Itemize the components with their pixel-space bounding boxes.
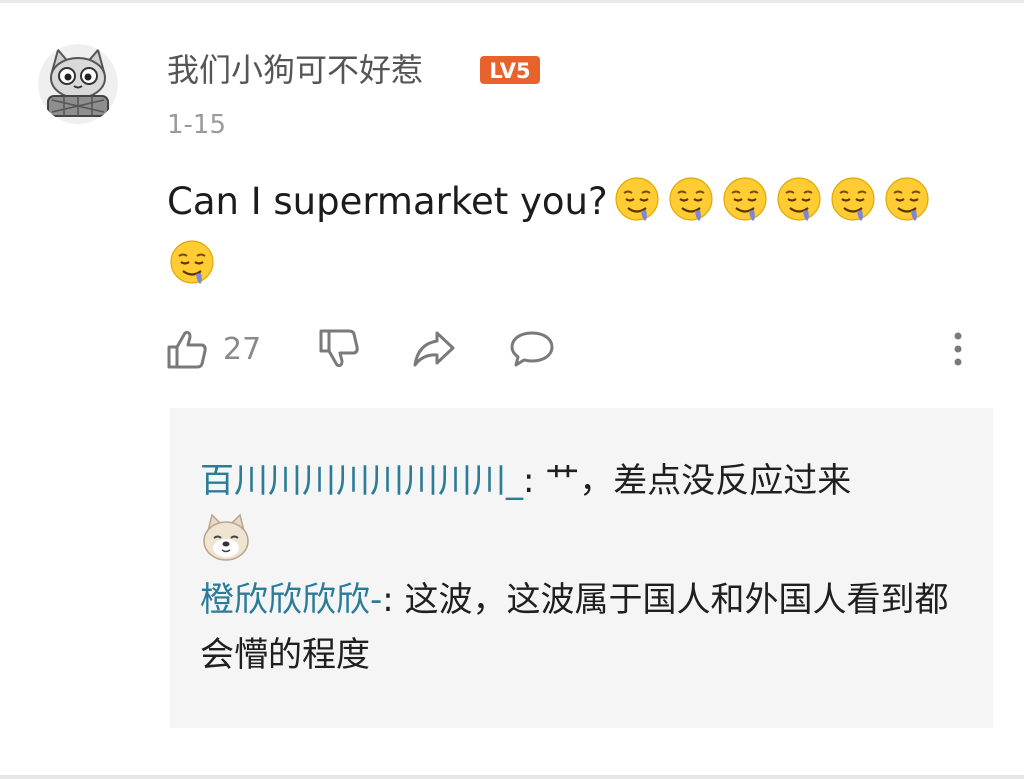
reply-button[interactable] [508,322,556,376]
comment-date: 1-15 [167,110,227,140]
action-bar: 27 [165,322,985,376]
reply-author[interactable]: 橙欣欣欣欣- [200,580,382,620]
more-options-button[interactable] [951,322,965,376]
avatar[interactable] [38,44,118,124]
comment-body: Can I supermarket you? [167,176,932,228]
top-divider [0,0,1024,3]
reply-item[interactable]: 百川川川川川川川川_: 艹，差点没反应过来 [200,454,960,563]
like-button[interactable]: 27 [165,322,261,376]
reply-separator: : [523,461,546,501]
thumbs-down-icon [319,329,359,367]
drooling-face-emoji-icon [612,175,662,225]
more-icon [954,332,962,366]
share-icon [413,331,455,367]
comment-screenshot: 我们小狗可不好惹 LV5 1-15 Can I supermarket you?… [0,0,1024,779]
comment-text: Can I supermarket you? [167,180,608,223]
drooling-face-emoji-icon [666,175,716,225]
drooling-face-emoji-icon [720,175,770,225]
shiba-dog-emoji-icon [200,511,252,563]
reply-author[interactable]: 百川川川川川川川川_ [200,461,523,501]
cartoon-cat-avatar-icon [38,44,118,124]
dislike-button[interactable] [317,322,361,376]
bottom-divider [0,775,1024,779]
reply-text: 艹，差点没反应过来 [545,461,852,501]
drooling-face-emoji-icon [828,175,878,225]
emoji-row [608,175,932,229]
reply-item[interactable]: 橙欣欣欣欣-: 这波，这波属于国人和外国人看到都会懵的程度 [200,573,960,683]
level-badge-text: LV5 [489,59,530,83]
emoji-row-2 [167,238,217,288]
like-count: 27 [223,331,262,367]
share-button[interactable] [411,322,457,376]
drooling-face-emoji-icon [167,238,217,288]
level-badge: LV5 [479,55,541,85]
reply-separator: : [382,580,405,620]
comment-icon [510,331,554,367]
drooling-face-emoji-icon [882,175,932,225]
thumbs-up-icon [167,331,207,369]
drooling-face-emoji-icon [774,175,824,225]
replies-panel[interactable]: 百川川川川川川川川_: 艹，差点没反应过来 橙欣欣欣欣-: 这波，这波属于国人和… [170,408,993,728]
username[interactable]: 我们小狗可不好惹 [167,50,423,90]
